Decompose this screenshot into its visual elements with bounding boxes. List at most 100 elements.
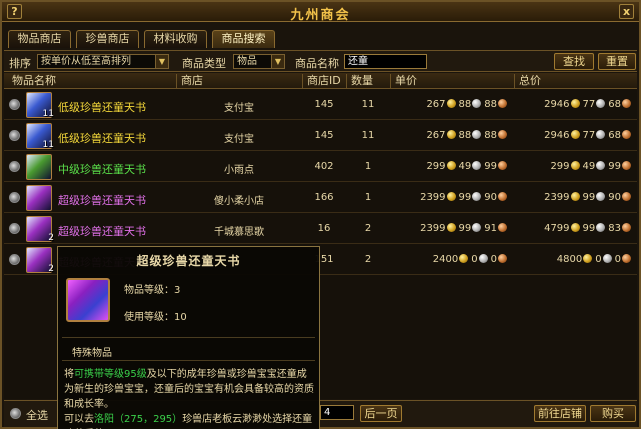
type-select-value: 物品: [237, 56, 257, 67]
tooltip-title: 超级珍兽还童天书: [136, 254, 241, 268]
total-price: 299 49 99: [514, 161, 634, 172]
desc-highlight-location: 洛阳（275，295）: [94, 414, 183, 425]
scroll-icon[interactable]: 2: [26, 216, 54, 243]
price-gold-value: 2399: [544, 192, 570, 203]
column-quantity[interactable]: 数量: [346, 74, 390, 88]
desc-highlight-level: 可携带等级95级: [74, 369, 147, 380]
tab-item-search[interactable]: 商品搜索: [212, 30, 275, 48]
item-name: 低级珍兽还童天书: [58, 132, 146, 145]
copper-coin-icon: [498, 99, 507, 108]
name-label: 商品名称: [295, 57, 339, 70]
table-row[interactable]: 中级珍兽还童天书 小雨点 402 1 299 49 99 299 49 99: [4, 152, 637, 182]
quantity: 11: [361, 130, 375, 141]
item-name: 低级珍兽还童天书: [58, 101, 146, 114]
scroll-icon[interactable]: 11: [26, 123, 54, 150]
price-copper-value: 68: [608, 99, 621, 110]
name-search-input[interactable]: 还童: [344, 54, 427, 69]
price-copper-value: 88: [484, 99, 497, 110]
unit-price: 2400 0 0: [390, 254, 510, 265]
gold-coin-icon: [570, 99, 580, 108]
desc-text: 将: [64, 369, 74, 380]
title-bar[interactable]: ? 九州商会 x: [2, 2, 639, 23]
search-button[interactable]: 查找: [554, 53, 594, 70]
price-silver-value: 49: [458, 161, 472, 172]
total-price: 4800 0 0: [514, 254, 634, 265]
sort-select[interactable]: 按单价从低至高排列 ▼: [37, 54, 169, 69]
price-gold-value: 2946: [544, 130, 570, 141]
silver-coin-icon: [596, 192, 606, 201]
row-select-radio[interactable]: [9, 254, 20, 265]
scroll-icon[interactable]: [26, 154, 52, 180]
price-gold-value: 267: [426, 130, 446, 141]
buy-button[interactable]: 购买: [590, 405, 636, 422]
column-total-price[interactable]: 总价: [514, 74, 637, 88]
column-unit-price[interactable]: 单价: [390, 74, 514, 88]
table-row[interactable]: 11 低级珍兽还童天书 支付宝 145 11 267 88 88 2946 77 68: [4, 90, 637, 120]
price-gold-value: 2946: [544, 99, 570, 110]
shop-id: 402: [314, 161, 334, 172]
stack-count-badge: 11: [42, 109, 54, 119]
price-copper-value: 90: [608, 192, 621, 203]
chevron-down-icon[interactable]: ▼: [271, 55, 284, 68]
sort-select-value: 按单价从低至高排列: [41, 56, 131, 67]
quantity: 2: [364, 254, 372, 265]
price-silver-value: 88: [458, 99, 472, 110]
row-select-radio[interactable]: [9, 130, 20, 141]
price-gold-value: 2399: [420, 223, 446, 234]
reset-button[interactable]: 重置: [598, 53, 636, 70]
copper-coin-icon: [498, 254, 507, 263]
column-shop[interactable]: 商店: [176, 74, 302, 88]
close-button[interactable]: x: [619, 4, 634, 19]
table-row[interactable]: 2 超级珍兽还童天书 千城慕思歌 16 2 2399 99 91 4799 99 83: [4, 214, 637, 244]
silver-coin-icon: [472, 130, 482, 139]
select-all-radio[interactable]: [10, 408, 21, 419]
shop-id: 16: [317, 223, 331, 234]
scroll-icon[interactable]: [26, 185, 52, 211]
next-page-button[interactable]: 后一页: [360, 405, 402, 422]
silver-coin-icon: [596, 223, 606, 232]
row-select-radio[interactable]: [9, 192, 20, 203]
unit-price: 267 88 88: [390, 99, 510, 110]
table-row[interactable]: 超级珍兽还童天书 傻小柔小店 166 1 2399 99 90 2399 99 90: [4, 183, 637, 213]
total-price: 4799 99 83: [514, 223, 634, 234]
scroll-icon[interactable]: 2: [26, 247, 54, 274]
goto-shop-button[interactable]: 前往店铺: [534, 405, 586, 422]
row-select-radio[interactable]: [9, 161, 20, 172]
type-select[interactable]: 物品 ▼: [233, 54, 285, 69]
type-label: 商品类型: [182, 57, 226, 70]
column-shop-id[interactable]: 商店ID: [302, 74, 346, 88]
tab-item-shop[interactable]: 物品商店: [8, 30, 71, 48]
shop-name: 支付宝: [224, 134, 254, 145]
total-price: 2399 99 90: [514, 192, 634, 203]
tooltip-divider: [62, 360, 315, 361]
price-silver-value: 0: [595, 254, 602, 265]
item-name: 超级珍兽还童天书: [58, 194, 146, 207]
row-select-radio[interactable]: [9, 223, 20, 234]
gold-coin-icon: [570, 161, 580, 170]
price-copper-value: 68: [608, 130, 621, 141]
tab-material-purchase[interactable]: 材料收购: [144, 30, 207, 48]
gold-coin-icon: [570, 192, 580, 201]
shop-id: 166: [314, 192, 334, 203]
price-gold-value: 267: [426, 99, 446, 110]
shop-id: 145: [314, 99, 334, 110]
shop-name: 千城慕思歌: [214, 227, 264, 238]
price-gold-value: 2399: [420, 192, 446, 203]
quantity: 11: [361, 99, 375, 110]
price-silver-value: 0: [471, 254, 478, 265]
row-select-radio[interactable]: [9, 99, 20, 110]
scroll-icon[interactable]: 11: [26, 92, 54, 119]
copper-coin-icon: [498, 130, 507, 139]
table-row[interactable]: 11 低级珍兽还童天书 支付宝 145 11 267 88 88 2946 77 68: [4, 121, 637, 151]
stack-count-badge: 2: [48, 233, 54, 243]
tab-pet-shop[interactable]: 珍兽商店: [76, 30, 139, 48]
silver-coin-icon: [478, 254, 488, 263]
chevron-down-icon[interactable]: ▼: [155, 55, 168, 68]
copper-coin-icon: [498, 161, 507, 170]
column-item-name[interactable]: 物品名称: [8, 74, 56, 88]
shop-name: 傻小柔小店: [214, 196, 264, 207]
price-gold-value: 299: [550, 161, 570, 172]
price-silver-value: 49: [582, 161, 596, 172]
page-input[interactable]: 4: [320, 405, 354, 420]
desc-text: 可以去: [64, 414, 94, 425]
